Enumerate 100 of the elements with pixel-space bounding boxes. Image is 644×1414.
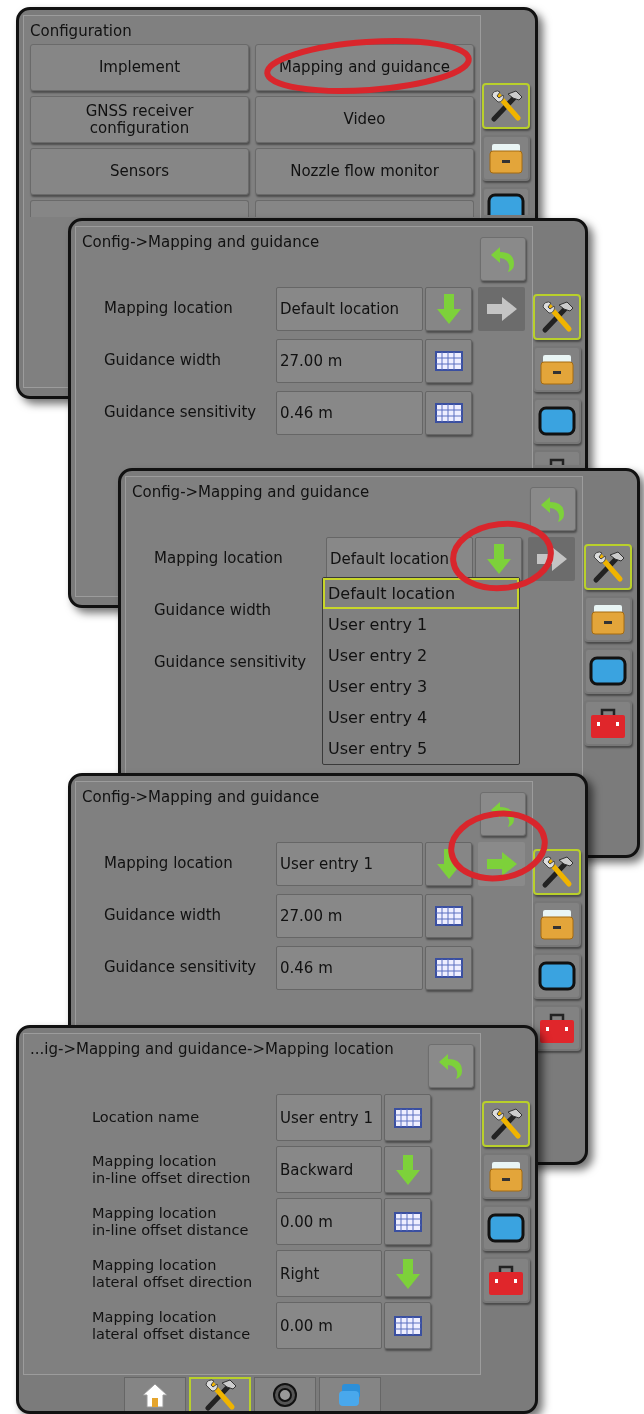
value-field[interactable]: Backward xyxy=(276,1146,382,1193)
keyboard-button[interactable] xyxy=(425,339,472,383)
right-arrow-icon xyxy=(485,851,518,877)
bottom-tab[interactable] xyxy=(253,1377,316,1411)
tools-icon xyxy=(539,299,575,335)
keyboard-icon xyxy=(393,1315,422,1336)
setting-label: Guidance sensitivity xyxy=(154,654,308,672)
value-field[interactable]: Right xyxy=(276,1250,382,1297)
tools-icon xyxy=(488,1106,524,1142)
side-tab[interactable] xyxy=(482,1205,530,1251)
keyboard-button[interactable] xyxy=(425,391,472,435)
down-arrow-icon xyxy=(394,1257,421,1290)
setting-label: Guidance sensitivity xyxy=(104,959,258,977)
setting-label: Mapping location in-line offset distance xyxy=(92,1204,250,1239)
menu-button[interactable]: GNSS receiver configuration xyxy=(30,96,249,143)
down-arrow-icon xyxy=(394,1153,421,1186)
setting-label: Location name xyxy=(92,1109,201,1126)
tools-icon xyxy=(488,88,524,124)
back-button[interactable] xyxy=(530,487,576,531)
value-field[interactable]: Default location xyxy=(276,287,423,331)
keyboard-icon xyxy=(393,1211,422,1232)
side-tab[interactable] xyxy=(533,450,581,465)
keyboard-button[interactable] xyxy=(384,1198,431,1245)
menu-button[interactable]: Implement xyxy=(30,44,249,91)
down-arrow-icon xyxy=(435,293,462,325)
setting-label: Mapping location lateral offset direction xyxy=(92,1256,254,1291)
screen-title: Config->Mapping and guidance xyxy=(82,787,320,806)
dropdown-button[interactable] xyxy=(384,1146,431,1193)
back-arrow-icon xyxy=(489,800,517,828)
drawer-icon xyxy=(539,907,575,941)
dropdown-option[interactable]: User entry 4 xyxy=(323,702,519,733)
side-tab[interactable] xyxy=(482,1101,530,1147)
setting-label: Guidance width xyxy=(104,352,223,370)
dropdown-option[interactable]: Default location xyxy=(323,578,519,609)
back-arrow-icon xyxy=(539,495,567,523)
tools-icon xyxy=(539,854,575,890)
value-field[interactable]: User entry 1 xyxy=(276,1094,382,1141)
screen-title: ...ig->Mapping and guidance->Mapping location xyxy=(30,1039,394,1058)
back-button[interactable] xyxy=(428,1044,474,1088)
menu-button[interactable]: Nozzle flow monitor xyxy=(255,148,474,195)
side-tab[interactable] xyxy=(482,187,530,215)
dropdown-button[interactable] xyxy=(425,287,472,331)
down-arrow-icon xyxy=(485,543,512,575)
tools-icon xyxy=(590,549,626,585)
setting-label: Mapping location xyxy=(154,550,284,568)
side-tab[interactable] xyxy=(482,83,530,129)
dropdown-button[interactable] xyxy=(384,1250,431,1297)
keyboard-icon xyxy=(434,958,463,978)
right-arrow-icon xyxy=(535,546,568,572)
keyboard-button[interactable] xyxy=(384,1302,431,1349)
dropdown-option[interactable]: User entry 5 xyxy=(323,733,519,764)
value-field[interactable]: 0.00 m xyxy=(276,1302,382,1349)
value-field[interactable]: User entry 1 xyxy=(276,842,423,886)
display-icon xyxy=(487,193,525,215)
dropdown-option[interactable]: User entry 1 xyxy=(323,609,519,640)
side-tab[interactable] xyxy=(533,1005,581,1051)
back-button[interactable] xyxy=(480,237,526,281)
menu-button[interactable]: Video xyxy=(255,96,474,143)
toolbox-icon xyxy=(487,1263,525,1297)
drawer-icon xyxy=(488,141,524,175)
drawer-icon xyxy=(539,352,575,386)
back-arrow-icon xyxy=(437,1052,465,1080)
menu-button[interactable]: Sensors xyxy=(30,148,249,195)
value-field[interactable]: 0.46 m xyxy=(276,391,423,435)
display-icon xyxy=(538,961,576,991)
screen-title: Configuration xyxy=(30,21,133,40)
display-icon xyxy=(538,406,576,436)
bottom-tab[interactable] xyxy=(123,1377,186,1411)
drawer-icon xyxy=(590,602,626,636)
dropdown-option[interactable]: User entry 3 xyxy=(323,671,519,702)
home-icon xyxy=(140,1381,169,1408)
side-tab[interactable] xyxy=(584,544,632,590)
value-field[interactable]: 0.00 m xyxy=(276,1198,382,1245)
screen-title: Config->Mapping and guidance xyxy=(132,482,370,501)
value-field[interactable]: 27.00 m xyxy=(276,894,423,938)
back-arrow-icon xyxy=(489,245,517,273)
side-tab[interactable] xyxy=(533,398,581,444)
side-tab[interactable] xyxy=(533,849,581,895)
right-arrow-icon xyxy=(485,296,518,322)
keyboard-button[interactable] xyxy=(425,894,472,938)
side-tab[interactable] xyxy=(584,648,632,694)
setting-label: Guidance width xyxy=(154,602,273,620)
dropdown-button[interactable] xyxy=(475,537,522,581)
side-tab[interactable] xyxy=(533,953,581,999)
keyboard-icon xyxy=(393,1107,422,1128)
value-field[interactable]: 0.46 m xyxy=(276,946,423,990)
display-icon xyxy=(589,656,627,686)
toolbox-icon xyxy=(538,1011,576,1045)
value-field[interactable]: 27.00 m xyxy=(276,339,423,383)
dropdown-option[interactable]: User entry 2 xyxy=(323,640,519,671)
target-icon xyxy=(271,1381,298,1408)
side-tab[interactable] xyxy=(533,294,581,340)
screen-title: Config->Mapping and guidance xyxy=(82,232,320,251)
bottom-tab[interactable] xyxy=(188,1377,251,1411)
keyboard-button[interactable] xyxy=(425,946,472,990)
setting-label: Mapping location in-line offset direction xyxy=(92,1152,252,1187)
display-icon xyxy=(487,1213,525,1243)
setting-label: Mapping location lateral offset distance xyxy=(92,1308,252,1343)
keyboard-button[interactable] xyxy=(384,1094,431,1141)
setting-label: Mapping location xyxy=(104,300,234,318)
